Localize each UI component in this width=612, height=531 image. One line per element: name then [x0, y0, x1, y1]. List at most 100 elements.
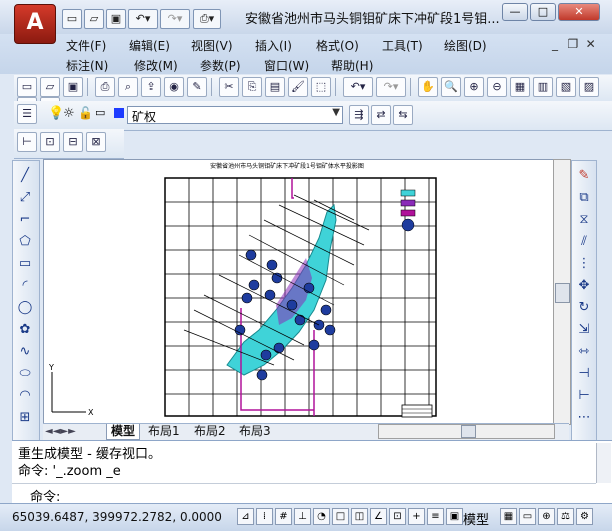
- annotation-scale-icon[interactable]: ⚖: [557, 508, 574, 525]
- osnap-icon[interactable]: □: [332, 508, 349, 525]
- workspace-icon[interactable]: ⚙: [576, 508, 593, 525]
- command-input-row[interactable]: 命令:: [12, 483, 596, 505]
- paste-icon[interactable]: ▤: [265, 77, 285, 97]
- trim-icon[interactable]: ⊣: [575, 365, 593, 383]
- pan-icon[interactable]: ✋: [418, 77, 438, 97]
- undo-icon[interactable]: ↶▾: [128, 9, 158, 29]
- break-icon[interactable]: ⋯: [575, 409, 593, 427]
- dim-edit-icon[interactable]: ⊠: [86, 132, 106, 152]
- menu-help[interactable]: 帮助(H): [331, 57, 373, 74]
- layer-viewport-icon[interactable]: ▭: [95, 106, 105, 119]
- new-icon[interactable]: ▭: [62, 9, 82, 29]
- polyline-icon[interactable]: ⌐: [16, 211, 34, 229]
- lineweight-icon[interactable]: ≡: [427, 508, 444, 525]
- arc-icon[interactable]: ◜: [16, 277, 34, 295]
- zoom-realtime-icon[interactable]: 🔍: [441, 77, 461, 97]
- properties-icon[interactable]: ▦: [510, 77, 530, 97]
- page-setup-icon[interactable]: ✎: [187, 77, 207, 97]
- dim-style-icon[interactable]: ⊟: [63, 132, 83, 152]
- minimize-button[interactable]: —: [502, 3, 528, 21]
- scrollbar-thumb[interactable]: [461, 425, 476, 438]
- revision-cloud-icon[interactable]: ✿: [16, 321, 34, 339]
- restore-button[interactable]: □: [530, 3, 556, 21]
- construction-line-icon[interactable]: ⤢: [16, 189, 34, 207]
- rectangle-icon[interactable]: ▭: [16, 255, 34, 273]
- rotate-icon[interactable]: ↻: [575, 299, 593, 317]
- tab-layout1[interactable]: 布局1: [148, 424, 180, 439]
- close-button[interactable]: ✕: [558, 3, 600, 21]
- quick-view-icon[interactable]: ▭: [519, 508, 536, 525]
- undo-icon[interactable]: ↶▾: [343, 77, 373, 97]
- vertical-scrollbar[interactable]: [553, 159, 571, 425]
- array-icon[interactable]: ⋮: [575, 255, 593, 273]
- layer-on-icon[interactable]: 💡: [48, 106, 64, 121]
- sheet-set-icon[interactable]: ▨: [579, 77, 599, 97]
- zoom-window-icon[interactable]: ⊕: [464, 77, 484, 97]
- erase-icon[interactable]: ✎: [575, 167, 593, 185]
- extend-icon[interactable]: ⊢: [575, 387, 593, 405]
- dynamic-input-icon[interactable]: +: [408, 508, 425, 525]
- menu-tools[interactable]: 工具(T): [382, 37, 423, 54]
- layer-dropdown[interactable]: 矿权 ▼: [127, 106, 343, 124]
- tab-layout2[interactable]: 布局2: [194, 424, 226, 439]
- copy-icon[interactable]: ⎘: [242, 77, 262, 97]
- open-icon[interactable]: ▱: [84, 9, 104, 29]
- open-icon[interactable]: ▱: [40, 77, 60, 97]
- otrack-icon[interactable]: ∠: [370, 508, 387, 525]
- layer-previous-icon[interactable]: ⇄: [371, 105, 391, 125]
- menu-view[interactable]: 视图(V): [191, 37, 233, 54]
- make-current-layer-icon[interactable]: ⇶: [349, 105, 369, 125]
- cut-icon[interactable]: ✂: [219, 77, 239, 97]
- tool-palettes-icon[interactable]: ▧: [556, 77, 576, 97]
- layer-states-icon[interactable]: ⇆: [393, 105, 413, 125]
- infer-constraints-icon[interactable]: ⊿: [237, 508, 254, 525]
- offset-icon[interactable]: ⫽: [575, 233, 593, 251]
- zoom-previous-icon[interactable]: ⊖: [487, 77, 507, 97]
- menu-modify[interactable]: 修改(M): [134, 57, 178, 74]
- polar-icon[interactable]: ◔: [313, 508, 330, 525]
- application-menu-button[interactable]: A: [14, 4, 56, 44]
- horizontal-scrollbar[interactable]: [378, 424, 555, 439]
- ducs-icon[interactable]: ⊡: [389, 508, 406, 525]
- menu-edit[interactable]: 编辑(E): [129, 37, 170, 54]
- tab-model[interactable]: 模型: [106, 424, 141, 440]
- insert-block-icon[interactable]: ⊞: [16, 409, 34, 427]
- model-space-label[interactable]: 模型: [463, 509, 489, 528]
- redo-icon[interactable]: ↷▾: [376, 77, 406, 97]
- tab-layout3[interactable]: 布局3: [239, 424, 271, 439]
- menu-dimension[interactable]: 标注(N): [66, 57, 108, 74]
- layer-lock-icon[interactable]: 🔓: [78, 106, 93, 120]
- snap-icon[interactable]: ⁞: [256, 508, 273, 525]
- plot-icon[interactable]: ⎙▾: [193, 9, 221, 29]
- copy-object-icon[interactable]: ⧉: [575, 189, 593, 207]
- dim-aligned-icon[interactable]: ⊡: [40, 132, 60, 152]
- menu-file[interactable]: 文件(F): [66, 37, 106, 54]
- save-icon[interactable]: ▣: [106, 9, 126, 29]
- spline-icon[interactable]: ∿: [16, 343, 34, 361]
- grid-icon[interactable]: #: [275, 508, 292, 525]
- match-properties-icon[interactable]: 🖌: [288, 77, 308, 97]
- drawing-canvas[interactable]: 安徽省池州市马头铜钼矿床下冲矿段1号钼矿体水平投影图 Y X: [43, 159, 555, 425]
- mdi-minimize-button[interactable]: _: [548, 37, 562, 51]
- 3d-osnap-icon[interactable]: ◫: [351, 508, 368, 525]
- stretch-icon[interactable]: ⇿: [575, 343, 593, 361]
- circle-icon[interactable]: ◯: [16, 299, 34, 317]
- mdi-close-button[interactable]: ✕: [584, 37, 598, 51]
- tab-nav-icon[interactable]: ◄◄►►: [45, 424, 76, 439]
- mirror-icon[interactable]: ⧖: [575, 211, 593, 229]
- menu-draw[interactable]: 绘图(D): [444, 37, 487, 54]
- save-icon[interactable]: ▣: [63, 77, 83, 97]
- layer-freeze-icon[interactable]: ☼: [63, 106, 75, 121]
- layer-properties-icon[interactable]: ☰: [17, 104, 37, 124]
- move-icon[interactable]: ✥: [575, 277, 593, 295]
- command-scrollbar[interactable]: [596, 443, 611, 483]
- viewport-icon[interactable]: ▦: [500, 508, 517, 525]
- line-icon[interactable]: ╱: [16, 167, 34, 185]
- scale-icon[interactable]: ⇲: [575, 321, 593, 339]
- redo-icon[interactable]: ↷▾: [160, 9, 190, 29]
- menu-insert[interactable]: 插入(I): [255, 37, 292, 54]
- design-center-icon[interactable]: ▥: [533, 77, 553, 97]
- ellipse-icon[interactable]: ⬭: [16, 365, 34, 383]
- ellipse-arc-icon[interactable]: ◠: [16, 387, 34, 405]
- new-icon[interactable]: ▭: [17, 77, 37, 97]
